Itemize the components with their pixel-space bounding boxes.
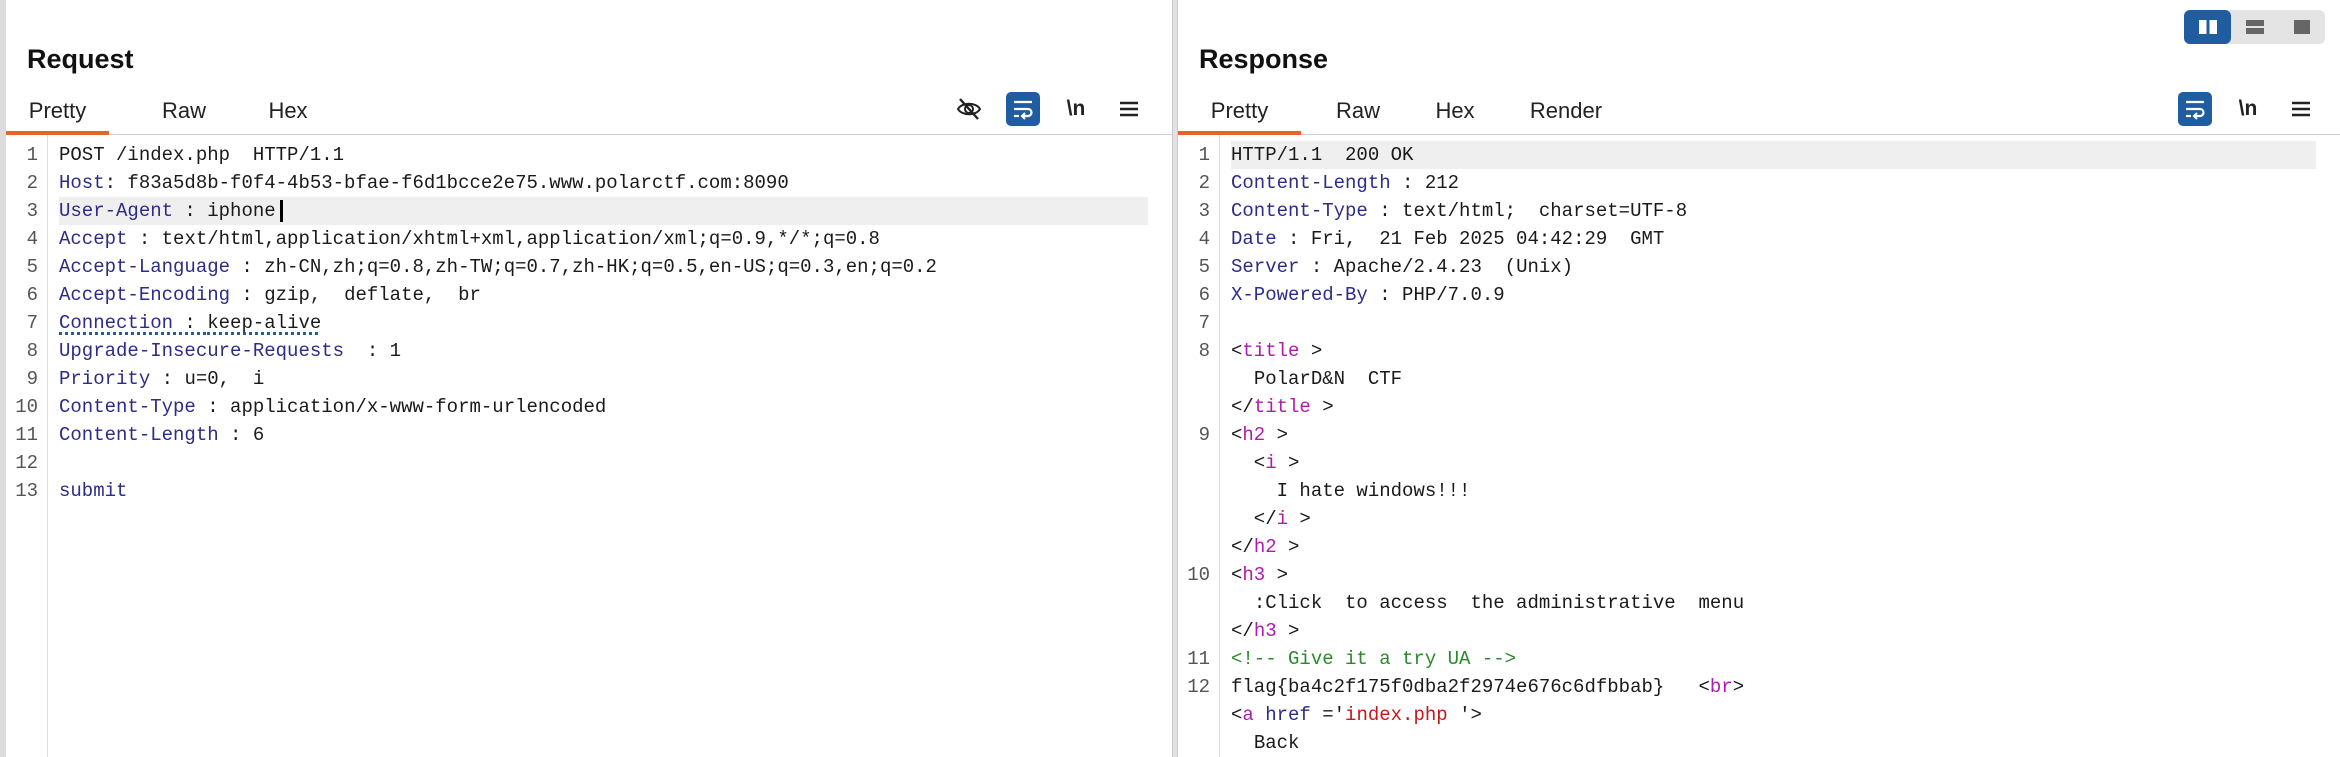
code-line: 12 bbox=[15, 452, 38, 474]
menu-icon[interactable] bbox=[2284, 92, 2318, 126]
request-editor[interactable]: 1 POST /index.php HTTP/1.1 2 Host: f83a5d8… bbox=[6, 135, 1172, 757]
code-line: 11 Content-Length : 6 bbox=[15, 424, 265, 446]
code-line: </h2 > bbox=[1231, 536, 1300, 558]
code-line: PolarD&N CTF bbox=[1253, 368, 1403, 390]
code-line: 7 Connection : keep-alive bbox=[26, 312, 322, 334]
code-line: <i > bbox=[1231, 452, 1300, 474]
code-line: 1 POST /index.php HTTP/1.1 bbox=[26, 144, 345, 166]
menu-icon[interactable] bbox=[1112, 92, 1146, 126]
code-line: 3 Content-Type : text/html; charset=UTF-8 bbox=[1198, 200, 1688, 222]
flag-text: flag{ba4c2f175f0dba2f2974e676c6dfbbab} bbox=[1231, 676, 1665, 698]
request-pane: Request Pretty Raw Hex \n 1 POST /index.p… bbox=[6, 0, 1172, 757]
code-line: 7 bbox=[1198, 312, 1210, 334]
code-line: 9 Priority : u=0, i bbox=[26, 368, 265, 390]
code-line: 2 Content-Length : 212 bbox=[1198, 172, 1460, 194]
code-line: 6 Accept-Encoding : gzip, deflate, br bbox=[26, 284, 481, 306]
code-line: 6 X-Powered-By : PHP/7.0.9 bbox=[1198, 284, 1505, 306]
response-pane: Response Pretty Raw Hex Render \n 1 HTTP/… bbox=[1178, 0, 2340, 757]
code-line: :Click to access the administrative menu bbox=[1253, 592, 1745, 614]
word-wrap-icon[interactable] bbox=[2178, 92, 2212, 126]
code-line: 10 <h3 > bbox=[1187, 564, 1289, 586]
layout-switcher bbox=[2184, 10, 2325, 44]
code-line: 11 <!-- Give it a try UA --> bbox=[1187, 648, 1517, 670]
code-line: </h3 > bbox=[1231, 620, 1300, 642]
code-line-current: 1 HTTP/1.1 200 OK bbox=[1178, 141, 2340, 169]
code-line: 5 Server : Apache/2.4.23 (Unix) bbox=[1198, 256, 1574, 278]
show-newlines-button[interactable]: \n bbox=[2231, 92, 2265, 126]
code-line: 8 <title > bbox=[1198, 340, 1323, 362]
response-title: Response bbox=[1199, 44, 1329, 74]
text-cursor bbox=[279, 199, 283, 222]
code-line-current: 3 User-Agent : iphone bbox=[6, 197, 1172, 225]
response-editor[interactable]: 1 HTTP/1.1 200 OK 2 Content-Length : 212 3… bbox=[1178, 135, 2340, 757]
request-title: Request bbox=[27, 44, 134, 74]
code-line: 5 Accept-Language : zh-CN,zh;q=0.8,zh-TW;… bbox=[26, 256, 937, 278]
code-line: <a href ='index.php '> bbox=[1231, 704, 1482, 726]
single-pane-icon[interactable] bbox=[2278, 10, 2325, 44]
code-line: 8 Upgrade-Insecure-Requests : 1 bbox=[26, 340, 402, 362]
request-toolbar: \n bbox=[6, 92, 1172, 126]
hide-eye-icon[interactable] bbox=[952, 92, 986, 126]
code-line: </title > bbox=[1231, 396, 1334, 418]
code-line: 2 Host: f83a5d8b-f0f4-4b53-bfae-f6d1bcce2… bbox=[26, 172, 789, 194]
code-line: </i > bbox=[1231, 508, 1311, 530]
code-line: 10 Content-Type : application/x-www-form-… bbox=[15, 396, 607, 418]
code-line: I hate windows!!! bbox=[1276, 480, 1471, 502]
code-line: 12 flag{ba4c2f175f0dba2f2974e676c6dfbbab}… bbox=[1187, 676, 1745, 698]
code-line: 13 submit bbox=[15, 480, 128, 502]
response-toolbar: \n bbox=[1178, 92, 2340, 126]
show-newlines-button[interactable]: \n bbox=[1059, 92, 1093, 126]
code-line: 4 Accept : text/html,application/xhtml+xm… bbox=[26, 228, 880, 250]
split-vertical-icon[interactable] bbox=[2231, 10, 2278, 44]
code-line: 4 Date : Fri, 21 Feb 2025 04:42:29 GMT bbox=[1198, 228, 1665, 250]
split-horizontal-icon[interactable] bbox=[2184, 10, 2231, 44]
code-line: Back bbox=[1253, 732, 1300, 754]
code-line: 9 <h2 > bbox=[1198, 424, 1289, 446]
word-wrap-icon[interactable] bbox=[1006, 92, 1040, 126]
